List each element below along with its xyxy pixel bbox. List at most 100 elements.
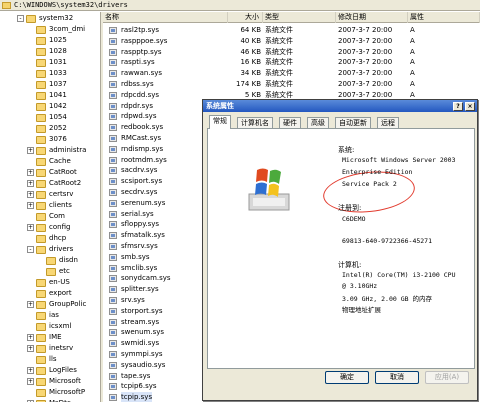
tree-item[interactable]: +MsDtc [0, 398, 100, 402]
column-header-size[interactable]: 大小 [228, 12, 263, 23]
system-file-icon [109, 37, 117, 45]
folder-icon [36, 246, 46, 254]
folder-tree[interactable]: - system32 3com_dmi 1025 1028 1031 1033 1037 104… [0, 12, 101, 402]
folder-icon [36, 125, 46, 133]
tab-hardware[interactable]: 硬件 [279, 117, 301, 128]
os-edition: Enterprise Edition [342, 168, 413, 176]
tree-item-label: clients [49, 201, 72, 209]
expand-toggle[interactable]: + [27, 301, 34, 308]
collapse-toggle[interactable]: - [17, 15, 24, 22]
tree-item-label: inetsrv [49, 344, 74, 352]
file-name: rdpwd.sys [121, 112, 157, 121]
system-file-icon [109, 81, 117, 88]
folder-icon [36, 301, 46, 309]
expand-toggle[interactable]: + [27, 191, 34, 198]
system-file-icon [109, 189, 117, 196]
file-name: symmpi.sys [121, 350, 163, 358]
file-type: 系统文件 [265, 58, 293, 67]
cpu-model: Intel(R) Core(TM) i3-2100 CPU [342, 271, 456, 279]
system-file-icon [109, 340, 117, 348]
expand-toggle[interactable]: + [27, 224, 34, 231]
file-name: rdpdr.sys [121, 101, 153, 110]
folder-icon [36, 367, 46, 375]
folder-icon [36, 389, 46, 397]
file-type: 系统文件 [265, 80, 293, 88]
tab-computer-name[interactable]: 计算机名 [237, 117, 273, 128]
folder-icon [36, 92, 46, 100]
expand-toggle[interactable]: + [27, 202, 34, 209]
file-name: stream.sys [121, 317, 160, 326]
cancel-button[interactable]: 取消 [375, 371, 419, 384]
tab-automatic-updates[interactable]: 自动更新 [335, 117, 371, 128]
tab-advanced[interactable]: 高级 [307, 117, 329, 128]
apply-button[interactable]: 应用(A) [425, 371, 469, 384]
file-size: 40 KB [240, 36, 261, 45]
folder-icon [36, 213, 46, 221]
file-name: tape.sys [121, 371, 151, 380]
expand-toggle[interactable]: + [27, 147, 34, 154]
collapse-toggle[interactable]: - [27, 246, 34, 253]
tree-item-label: 3076 [49, 135, 67, 143]
address-bar[interactable]: C:\WINDOWS\system32\drivers [0, 0, 480, 11]
file-name: redbook.sys [121, 123, 164, 132]
file-row[interactable]: rdbss.sys 174 KB 系统文件 2007-3-7 20:00 A [103, 79, 480, 89]
file-modified: 2007-3-7 20:00 [338, 58, 393, 67]
expand-toggle[interactable]: + [27, 180, 34, 187]
file-type: 系统文件 [265, 47, 293, 56]
tree-item-label: CatRoot2 [49, 179, 82, 187]
folder-icon [36, 81, 46, 89]
file-name: serenum.sys [121, 198, 166, 207]
file-modified: 2007-3-7 20:00 [338, 36, 393, 45]
system-properties-dialog: 系统属性 ? × 常规 计算机名 硬件 高级 自动更新 远程 系统: Micro… [202, 99, 478, 401]
expand-toggle[interactable]: + [27, 367, 34, 374]
expand-toggle[interactable]: + [27, 334, 34, 341]
file-row[interactable]: rawwan.sys 34 KB 系统文件 2007-3-7 20:00 A [103, 68, 480, 78]
tree-item-label: system32 [39, 14, 74, 22]
folder-icon [36, 114, 46, 122]
file-row[interactable]: raspptp.sys 46 KB 系统文件 2007-3-7 20:00 A [103, 47, 480, 57]
folder-icon [36, 180, 46, 188]
file-name: rndismp.sys [121, 144, 164, 153]
column-header-name[interactable]: 名称 [103, 12, 228, 23]
column-header-type[interactable]: 类型 [263, 12, 336, 23]
file-attributes: A [410, 36, 415, 45]
column-header-modified[interactable]: 修改日期 [336, 12, 408, 23]
column-header-attributes[interactable]: 属性 [408, 12, 480, 23]
file-name: rasl2tp.sys [121, 26, 160, 34]
file-name: rawwan.sys [121, 69, 163, 78]
system-file-icon [109, 167, 117, 175]
folder-icon [36, 312, 46, 320]
file-attributes: A [410, 80, 415, 88]
address-path: C:\WINDOWS\system32\drivers [14, 1, 128, 9]
file-row[interactable]: rasl2tp.sys 64 KB 系统文件 2007-3-7 20:00 A [103, 25, 480, 35]
tab-general[interactable]: 常规 [209, 115, 231, 129]
ok-button[interactable]: 确定 [325, 371, 369, 384]
system-file-icon [109, 178, 117, 186]
file-row[interactable]: raspppoe.sys 40 KB 系统文件 2007-3-7 20:00 A [103, 36, 480, 46]
expand-toggle[interactable]: + [27, 345, 34, 352]
file-row[interactable]: raspti.sys 16 KB 系统文件 2007-3-7 20:00 A [103, 57, 480, 67]
system-file-icon [109, 135, 117, 142]
tree-item-label: 1037 [49, 80, 67, 88]
file-name: tcpip6.sys [121, 382, 157, 391]
system-file-icon [109, 318, 117, 326]
folder-icon [36, 147, 46, 155]
system-file-icon [109, 394, 117, 402]
file-size: 174 KB [236, 80, 261, 88]
tree-item-label: etc [59, 267, 70, 275]
tree-item-label: 1028 [49, 47, 67, 55]
expand-toggle[interactable]: + [27, 378, 34, 385]
folder-icon [36, 158, 46, 166]
tab-remote[interactable]: 远程 [377, 117, 399, 128]
close-button[interactable]: × [465, 102, 475, 111]
file-attributes: A [410, 58, 415, 67]
system-file-icon [109, 232, 117, 240]
tree-item-label: Cache [49, 157, 71, 165]
computer-label: 计算机: [338, 261, 362, 269]
folder-icon [36, 334, 46, 342]
tree-item-label: drivers [49, 245, 74, 253]
help-button[interactable]: ? [453, 102, 463, 111]
system-file-icon [109, 48, 117, 56]
expand-toggle[interactable]: + [27, 169, 34, 176]
dialog-title: 系统属性 [203, 100, 477, 112]
